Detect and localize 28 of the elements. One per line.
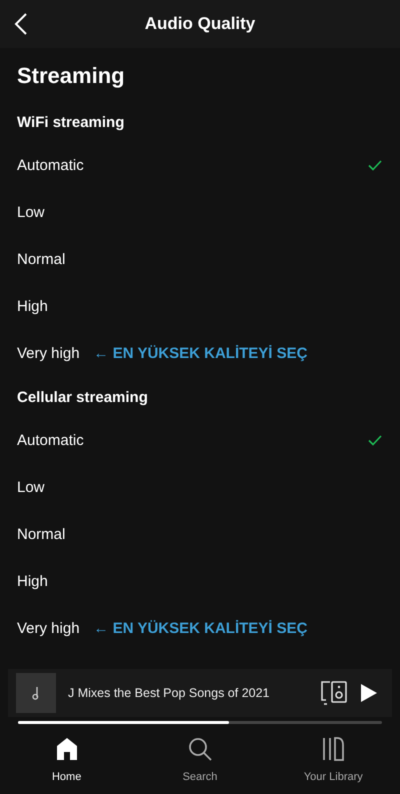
devices-icon[interactable] (320, 680, 348, 706)
page-title: Streaming (17, 62, 126, 90)
annotation-text: ← EN YÜKSEK KALİTEYİ SEÇ (94, 345, 308, 362)
quality-option[interactable]: Very high ← EN YÜKSEK KALİTEYİ SEÇ (17, 330, 383, 377)
nav-tab[interactable]: Your Library (266, 726, 400, 794)
screen-title: Audio Quality (144, 14, 256, 34)
quality-option[interactable]: Normal (17, 236, 383, 283)
quality-option[interactable]: Automatic (17, 142, 383, 189)
section-title: Cellular streaming (17, 388, 149, 408)
play-icon[interactable] (360, 683, 378, 703)
nav-tab[interactable]: Home (0, 726, 134, 794)
quality-option[interactable]: Low (17, 189, 383, 236)
section-title: WiFi streaming (17, 112, 126, 132)
quality-option[interactable]: Low (17, 464, 383, 511)
mini-player[interactable]: J Mixes the Best Pop Songs of 2021 (8, 669, 392, 717)
quality-option[interactable]: High (17, 283, 383, 330)
quality-option[interactable]: High (17, 558, 383, 605)
track-title: J Mixes the Best Pop Songs of 2021 (68, 686, 271, 700)
annotation-text: ← EN YÜKSEK KALİTEYİ SEÇ (94, 620, 308, 637)
music-note-icon (32, 686, 40, 700)
search-icon (188, 737, 212, 761)
quality-option[interactable]: Automatic (17, 417, 383, 464)
back-icon[interactable] (14, 12, 28, 36)
nav-tab[interactable]: Search (133, 726, 267, 794)
home-icon (56, 737, 78, 761)
quality-option[interactable]: Very high ← EN YÜKSEK KALİTEYİ SEÇ (17, 605, 383, 652)
library-icon (322, 737, 344, 761)
quality-option[interactable]: Normal (17, 511, 383, 558)
